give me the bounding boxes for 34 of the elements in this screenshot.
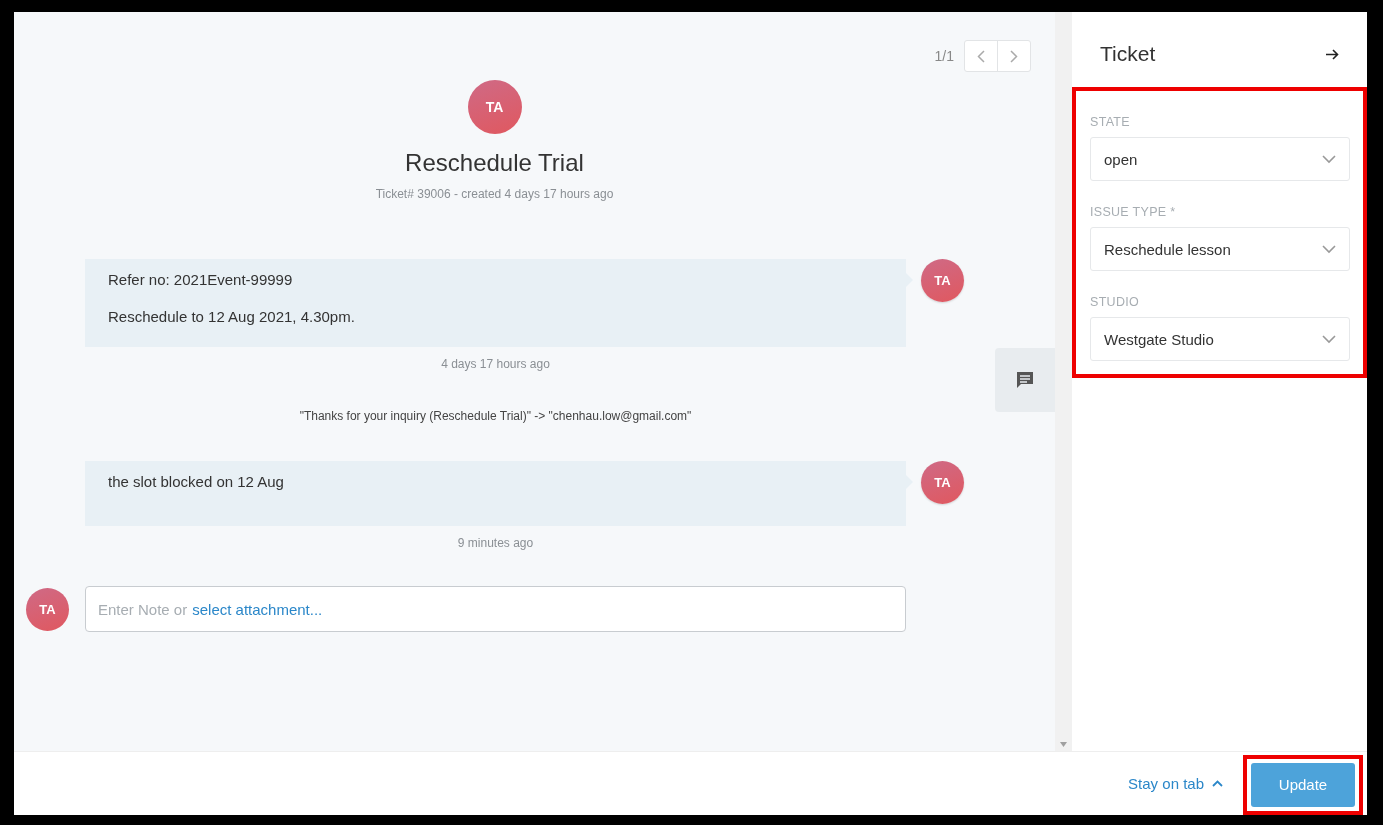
- pagination-count: 1/1: [934, 48, 954, 64]
- stay-on-tab-link[interactable]: Stay on tab: [1128, 775, 1223, 792]
- update-button[interactable]: Update: [1251, 762, 1355, 807]
- avatar: TA: [921, 461, 964, 504]
- chevron-down-icon: [1322, 334, 1336, 344]
- message-text: the slot blocked on 12 Aug: [108, 473, 285, 490]
- note-button[interactable]: [995, 348, 1055, 412]
- caret-up-icon: [1212, 780, 1223, 787]
- arrow-right-icon[interactable]: [1326, 48, 1339, 60]
- chevron-down-icon: [1322, 244, 1336, 254]
- note-input-field[interactable]: Enter Note or select attachment...: [85, 586, 906, 632]
- timestamp: 4 days 17 hours ago: [440, 357, 551, 371]
- select-field[interactable]: Reschedule lesson: [1090, 227, 1350, 271]
- select-attachment-link[interactable]: select attachment...: [192, 600, 323, 618]
- avatar: TA: [921, 259, 964, 302]
- scroll-down-icon: [1060, 742, 1067, 747]
- comment-icon: [1015, 370, 1035, 390]
- timestamp: 9 minutes ago: [456, 536, 535, 550]
- message-text: Reschedule to 12 Aug 2021, 4.30pm.: [108, 308, 356, 325]
- avatar: TA: [467, 80, 522, 134]
- chevron-down-icon: [1322, 154, 1336, 164]
- field-label: STATE: [1090, 115, 1131, 129]
- chevron-left-icon: [977, 49, 985, 63]
- message-text: Refer no: 2021Event-99999: [108, 271, 294, 288]
- field-label: STUDIO: [1090, 295, 1141, 309]
- select-field[interactable]: open: [1090, 137, 1350, 181]
- field-label: ISSUE TYPE *: [1090, 205, 1177, 219]
- select-field[interactable]: Westgate Studio: [1090, 317, 1350, 361]
- avatar: TA: [26, 587, 69, 631]
- chevron-right-icon: [1010, 49, 1018, 63]
- sidebar-title: Ticket: [1100, 42, 1156, 66]
- ticket-meta: Ticket# 39006 - created 4 days 17 hours ago: [375, 187, 614, 201]
- ticket-title: Reschedule Trial: [405, 149, 584, 177]
- event-text: "Thanks for your inquiry (Reschedule Trial)" -> "chenhau.low@gmail.com": [298, 408, 693, 425]
